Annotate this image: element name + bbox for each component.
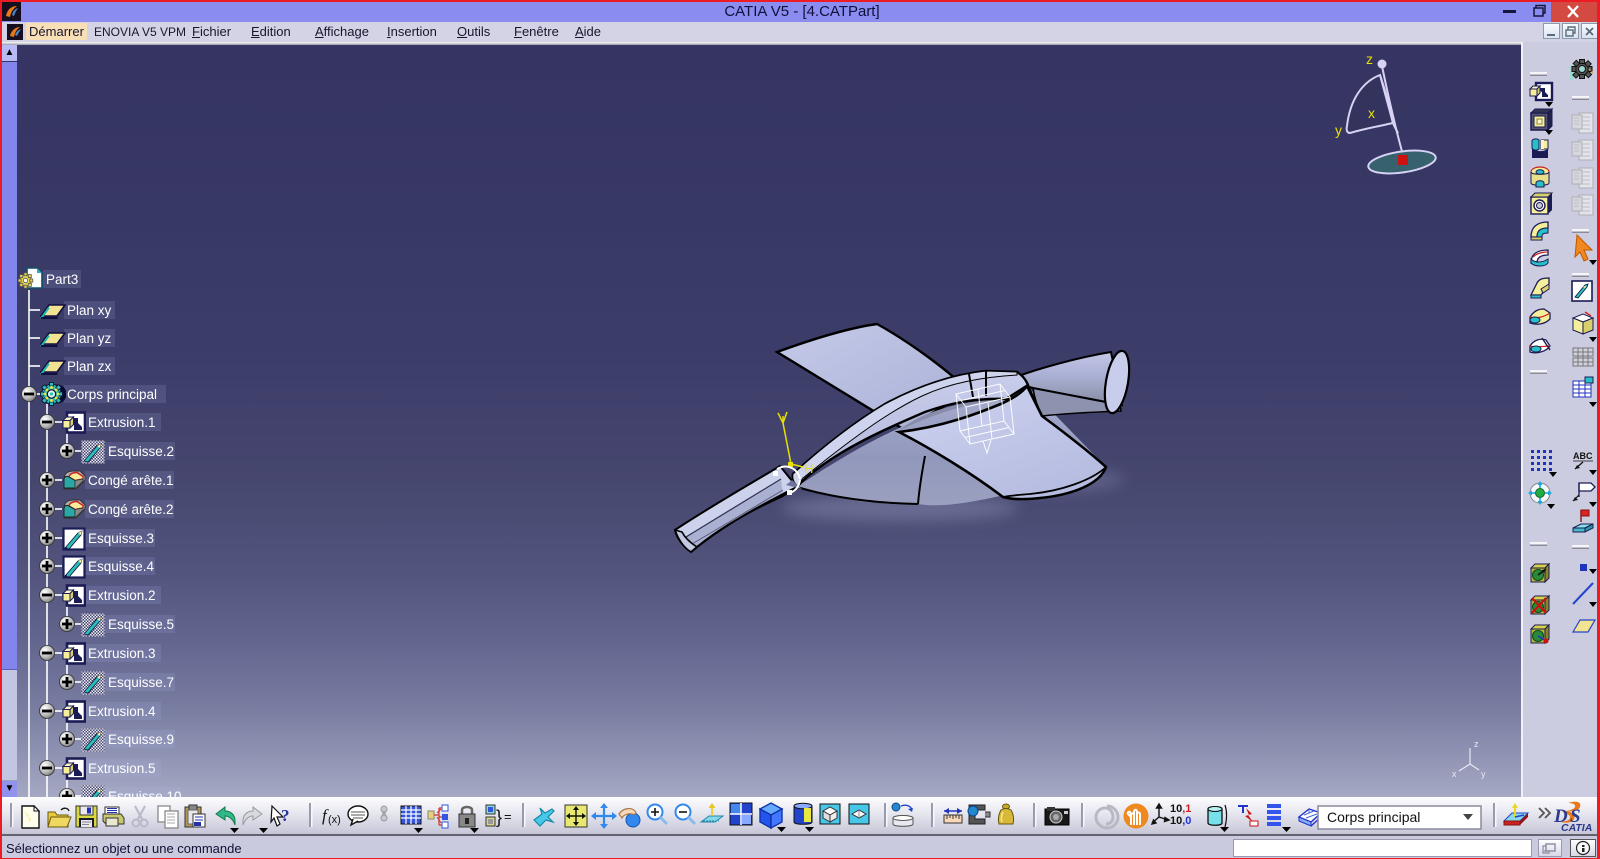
svg-text:ABC: ABC bbox=[1573, 451, 1593, 461]
svg-text:Plan xy: Plan xy bbox=[67, 303, 112, 318]
svg-text:=: = bbox=[504, 809, 512, 824]
svg-text:Extrusion.2: Extrusion.2 bbox=[88, 588, 156, 603]
svg-text:?: ? bbox=[281, 806, 290, 825]
svg-text:y: y bbox=[1481, 769, 1486, 779]
svg-text:Part3: Part3 bbox=[46, 272, 78, 287]
svg-text:y: y bbox=[1335, 122, 1342, 138]
svg-text:Plan zx: Plan zx bbox=[67, 359, 112, 374]
svg-text:Extrusion.5: Extrusion.5 bbox=[88, 761, 156, 776]
svg-text:10,0: 10,0 bbox=[1170, 815, 1191, 827]
svg-text:Esquisse.5: Esquisse.5 bbox=[108, 617, 174, 632]
svg-text:z: z bbox=[1474, 739, 1479, 749]
svg-text:Extrusion.1: Extrusion.1 bbox=[88, 415, 156, 430]
svg-text:x: x bbox=[1452, 769, 1457, 779]
svg-text:Esquisse.2: Esquisse.2 bbox=[108, 444, 174, 459]
svg-text:CATIA: CATIA bbox=[1561, 822, 1592, 834]
svg-text:H: H bbox=[804, 461, 813, 476]
svg-text:(x): (x) bbox=[328, 814, 341, 826]
svg-text:z: z bbox=[1366, 51, 1373, 67]
svg-text:x: x bbox=[1368, 105, 1375, 121]
svg-text:Congé arête.2: Congé arête.2 bbox=[88, 502, 174, 517]
svg-text:Corps principal: Corps principal bbox=[67, 387, 157, 402]
svg-text:10,1: 10,1 bbox=[1170, 803, 1191, 815]
svg-text:Esquisse.10: Esquisse.10 bbox=[108, 789, 182, 797]
svg-text:Extrusion.4: Extrusion.4 bbox=[88, 704, 156, 719]
svg-text:Congé arête.1: Congé arête.1 bbox=[88, 473, 174, 488]
svg-text:Esquisse.7: Esquisse.7 bbox=[108, 675, 174, 690]
svg-text:Plan yz: Plan yz bbox=[67, 331, 112, 346]
svg-text:}: } bbox=[496, 807, 502, 827]
svg-text:Extrusion.3: Extrusion.3 bbox=[88, 646, 156, 661]
svg-text:Esquisse.3: Esquisse.3 bbox=[88, 531, 154, 546]
svg-text:Corps principal: Corps principal bbox=[1327, 809, 1420, 825]
svg-text:Esquisse.4: Esquisse.4 bbox=[88, 559, 155, 574]
svg-text:Esquisse.9: Esquisse.9 bbox=[108, 732, 174, 747]
